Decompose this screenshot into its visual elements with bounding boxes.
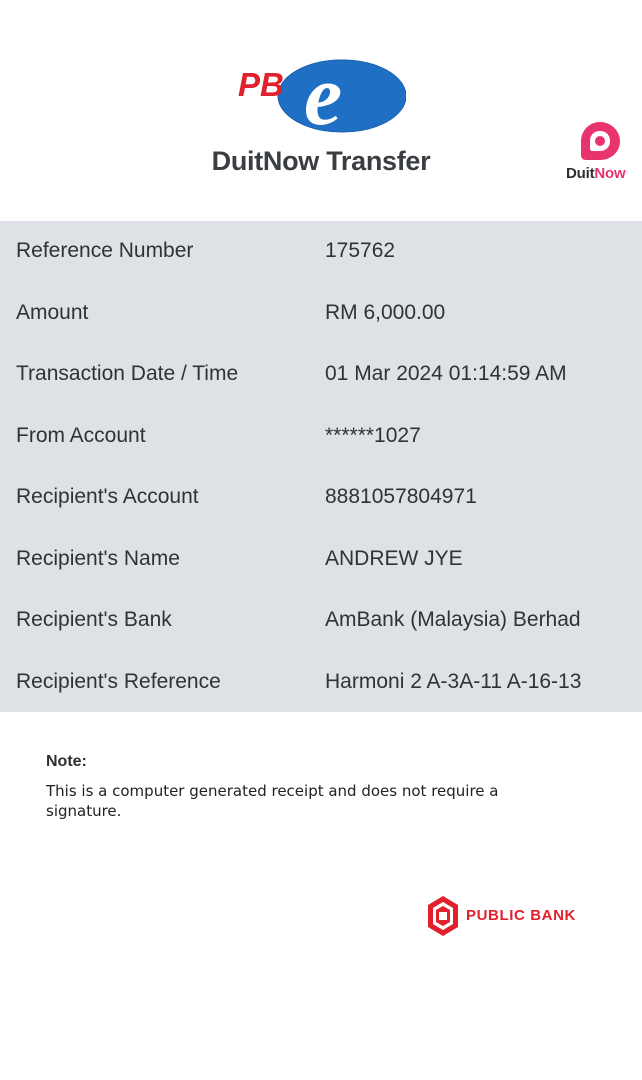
page-title: DuitNow Transfer xyxy=(211,146,431,176)
detail-row-recipient-bank: Recipient's Bank AmBank (Malaysia) Berha… xyxy=(0,590,642,652)
detail-value: 8881057804971 xyxy=(325,485,477,508)
detail-row-from-account: From Account ******1027 xyxy=(0,406,642,468)
svg-text:PB: PB xyxy=(238,66,284,103)
duitnow-logo-icon xyxy=(581,122,620,160)
public-bank-name: PUBLIC BANK xyxy=(466,907,576,924)
detail-row-datetime: Transaction Date / Time 01 Mar 2024 01:1… xyxy=(0,344,642,406)
detail-value: ******1027 xyxy=(325,423,421,447)
svg-text:e: e xyxy=(304,58,342,138)
detail-value: 175762 xyxy=(325,239,396,262)
public-bank-logo: PUBLIC BANK xyxy=(426,895,598,937)
detail-value: ANDREW JYE xyxy=(325,546,463,570)
detail-value: AmBank (Malaysia) Berhad xyxy=(325,608,581,631)
duitnow-word-pink: Now xyxy=(594,165,626,182)
detail-label: Amount xyxy=(16,300,89,324)
detail-label: From Account xyxy=(16,423,146,447)
detail-value: 01 Mar 2024 01:14:59 AM xyxy=(325,362,567,385)
duitnow-wordmark: DuitNow xyxy=(566,165,636,182)
detail-row-amount: Amount RM 6,000.00 xyxy=(0,283,642,345)
receipt-note: Note: This is a computer generated recei… xyxy=(46,753,566,821)
detail-label: Recipient's Account xyxy=(16,485,199,508)
note-text: This is a computer generated receipt and… xyxy=(46,782,499,820)
detail-row-recipient-name: Recipient's Name ANDREW JYE xyxy=(0,529,642,591)
detail-row-recipient-account: Recipient's Account 8881057804971 xyxy=(0,467,642,529)
detail-label: Recipient's Name xyxy=(16,546,180,570)
transaction-details: Reference Number 175762 Amount RM 6,000.… xyxy=(0,221,642,712)
pbe-logo-icon: PB e xyxy=(238,58,406,138)
receipt-header: PB e DuitNow Transfer DuitNow xyxy=(0,0,642,220)
detail-value: RM 6,000.00 xyxy=(325,300,446,324)
public-bank-logo-icon xyxy=(428,896,458,936)
duitnow-logo: DuitNow xyxy=(566,120,636,184)
duitnow-word-dark: Duit xyxy=(566,165,595,182)
detail-label: Recipient's Reference xyxy=(16,669,221,693)
detail-row-reference: Reference Number 175762 xyxy=(0,221,642,283)
detail-row-recipient-reference: Recipient's Reference Harmoni 2 A-3A-11 … xyxy=(0,652,642,714)
detail-label: Transaction Date / Time xyxy=(16,362,239,385)
detail-label: Reference Number xyxy=(16,239,194,262)
note-title: Note: xyxy=(46,753,87,770)
receipt-page: PB e DuitNow Transfer DuitNow Reference … xyxy=(0,0,642,1080)
detail-value: Harmoni 2 A-3A-11 A-16-13 xyxy=(325,669,582,693)
detail-label: Recipient's Bank xyxy=(16,608,172,631)
